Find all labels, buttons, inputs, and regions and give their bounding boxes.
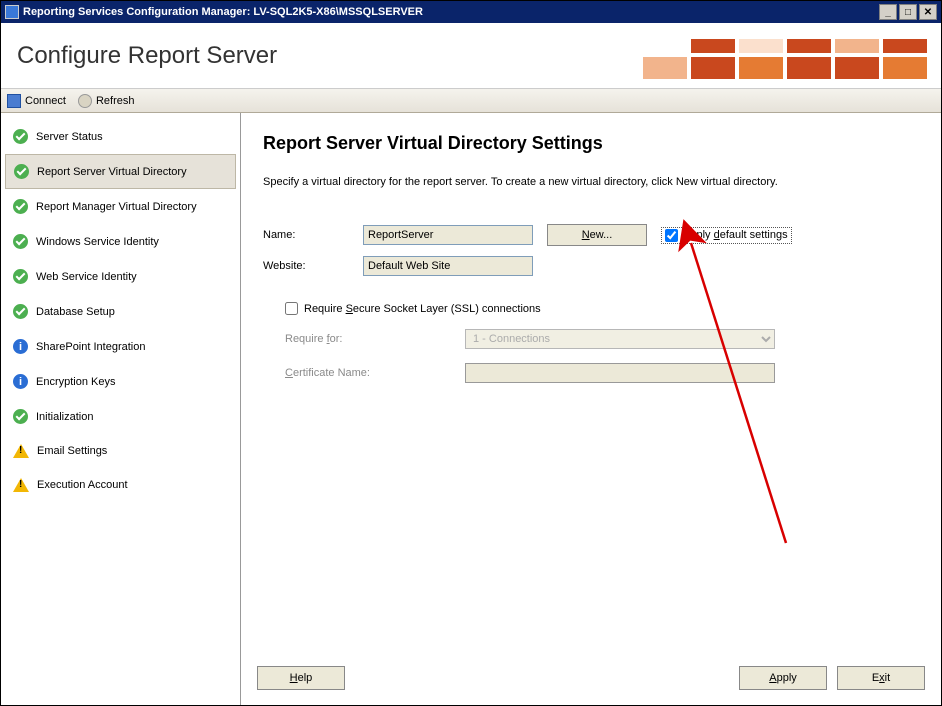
sidebar-item-sharepoint-integration[interactable]: i SharePoint Integration	[1, 329, 240, 364]
toolbar: Connect Refresh	[1, 89, 941, 113]
sidebar-item-label: Execution Account	[37, 479, 128, 491]
name-label: Name:	[263, 229, 363, 241]
website-label: Website:	[263, 260, 363, 272]
sidebar-item-label: SharePoint Integration	[36, 341, 145, 353]
check-icon	[13, 129, 28, 144]
connect-icon	[7, 94, 21, 108]
sidebar-item-label: Email Settings	[37, 445, 107, 457]
refresh-button[interactable]: Refresh	[78, 94, 135, 108]
sidebar-item-database-setup[interactable]: Database Setup	[1, 294, 240, 329]
window-titlebar: Reporting Services Configuration Manager…	[1, 1, 941, 23]
sidebar-item-server-status[interactable]: Server Status	[1, 119, 240, 154]
sidebar-item-label: Encryption Keys	[36, 376, 115, 388]
close-button[interactable]: ✕	[919, 4, 937, 20]
require-for-row: Require for: 1 - Connections	[285, 329, 919, 349]
sidebar: Server Status Report Server Virtual Direc…	[1, 113, 241, 705]
name-row: Name: New... Apply default settings	[263, 224, 919, 246]
sidebar-item-label: Initialization	[36, 411, 93, 423]
ssl-require-row[interactable]: Require Secure Socket Layer (SSL) connec…	[285, 302, 919, 315]
header-decoration	[643, 39, 927, 83]
apply-default-checkbox[interactable]	[665, 229, 678, 242]
sidebar-item-encryption-keys[interactable]: i Encryption Keys	[1, 364, 240, 399]
sidebar-item-execution-account[interactable]: Execution Account	[1, 468, 240, 502]
info-icon: i	[13, 374, 28, 389]
ssl-group: Require Secure Socket Layer (SSL) connec…	[285, 302, 919, 383]
window-title: Reporting Services Configuration Manager…	[23, 6, 879, 18]
sidebar-item-report-manager-virtual-directory[interactable]: Report Manager Virtual Directory	[1, 189, 240, 224]
new-button[interactable]: New...	[547, 224, 647, 246]
sidebar-item-label: Report Manager Virtual Directory	[36, 201, 197, 213]
minimize-button[interactable]: _	[879, 4, 897, 20]
apply-default-wrap[interactable]: Apply default settings	[661, 227, 792, 244]
sidebar-item-windows-service-identity[interactable]: Windows Service Identity	[1, 224, 240, 259]
website-input	[363, 256, 533, 276]
content-area: Server Status Report Server Virtual Direc…	[1, 113, 941, 705]
refresh-icon	[78, 94, 92, 108]
cert-name-row: Certificate Name:	[285, 363, 919, 383]
sidebar-item-report-server-virtual-directory[interactable]: Report Server Virtual Directory	[5, 154, 236, 189]
sidebar-item-label: Server Status	[36, 131, 103, 143]
sidebar-item-web-service-identity[interactable]: Web Service Identity	[1, 259, 240, 294]
connect-button[interactable]: Connect	[7, 94, 66, 108]
check-icon	[14, 164, 29, 179]
website-row: Website:	[263, 256, 919, 276]
check-icon	[13, 304, 28, 319]
require-for-label: Require for:	[285, 333, 465, 345]
sidebar-item-label: Web Service Identity	[36, 271, 137, 283]
window-controls: _ □ ✕	[879, 4, 937, 20]
check-icon	[13, 199, 28, 214]
apply-default-label: Apply default settings	[683, 229, 788, 241]
main-panel: Report Server Virtual Directory Settings…	[241, 113, 941, 705]
info-icon: i	[13, 339, 28, 354]
check-icon	[13, 409, 28, 424]
app-icon	[5, 5, 19, 19]
sidebar-item-label: Windows Service Identity	[36, 236, 159, 248]
panel-description: Specify a virtual directory for the repo…	[263, 176, 919, 188]
refresh-label: Refresh	[96, 95, 135, 107]
exit-button[interactable]: Exit	[837, 666, 925, 690]
sidebar-item-initialization[interactable]: Initialization	[1, 399, 240, 434]
maximize-button[interactable]: □	[899, 4, 917, 20]
sidebar-item-email-settings[interactable]: Email Settings	[1, 434, 240, 468]
name-input[interactable]	[363, 225, 533, 245]
page-header: Configure Report Server	[1, 23, 941, 89]
warning-icon	[13, 444, 29, 458]
connect-label: Connect	[25, 95, 66, 107]
page-title: Configure Report Server	[17, 42, 277, 70]
ssl-require-label: Require Secure Socket Layer (SSL) connec…	[304, 303, 541, 315]
help-button[interactable]: Help	[257, 666, 345, 690]
panel-heading: Report Server Virtual Directory Settings	[263, 133, 919, 154]
warning-icon	[13, 478, 29, 492]
apply-button[interactable]: Apply	[739, 666, 827, 690]
sidebar-item-label: Database Setup	[36, 306, 115, 318]
check-icon	[13, 234, 28, 249]
annotation-arrow	[241, 113, 941, 659]
ssl-require-checkbox[interactable]	[285, 302, 298, 315]
sidebar-item-label: Report Server Virtual Directory	[37, 166, 187, 178]
require-for-select: 1 - Connections	[465, 329, 775, 349]
cert-name-label: Certificate Name:	[285, 367, 465, 379]
main-inner: Report Server Virtual Directory Settings…	[241, 113, 941, 659]
footer-buttons: Help Apply Exit	[241, 659, 941, 705]
check-icon	[13, 269, 28, 284]
cert-name-input	[465, 363, 775, 383]
